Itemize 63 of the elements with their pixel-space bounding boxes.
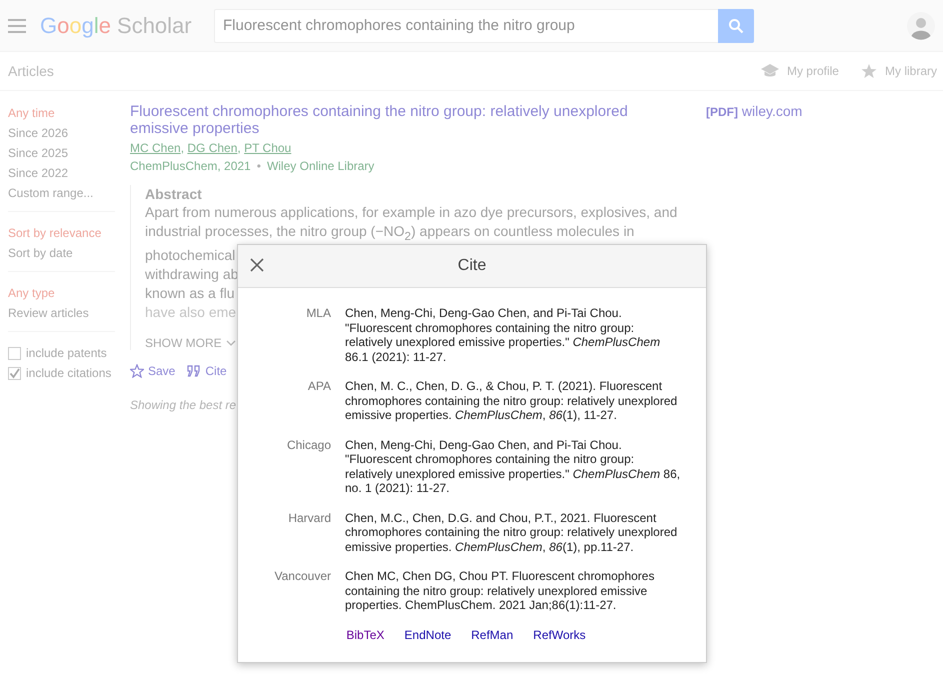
graduation-cap-icon [760, 63, 779, 79]
abstract-text: known as a flu [145, 284, 234, 303]
logo[interactable]: Google Scholar [40, 12, 190, 38]
pdf-link[interactable]: [PDF] wiley.com [706, 103, 802, 412]
comma: , [180, 141, 184, 155]
export-link[interactable]: EndNote [404, 628, 452, 642]
publisher-text: Wiley Online Library [266, 159, 374, 173]
quote-icon [187, 364, 202, 377]
close-icon[interactable] [250, 258, 264, 272]
checkbox[interactable] [8, 346, 21, 360]
filter-option[interactable]: Since 2022 [8, 163, 115, 183]
citation-style: MLA [305, 306, 332, 322]
author-link[interactable]: MC Chen [130, 141, 181, 155]
checkbox[interactable] [8, 366, 21, 380]
chevron-icon [226, 340, 236, 346]
star-icon [860, 63, 877, 79]
search-button[interactable] [718, 8, 754, 42]
abstract-heading: Abstract [145, 185, 203, 203]
export-link[interactable]: RefWorks [533, 628, 586, 642]
avatar[interactable] [907, 12, 935, 40]
citation-text[interactable]: Chen MC, Chen DG, Chou PT. Fluorescent chromophores containing the nitro group: relatively unexplored emissive properties. ChemPlusChem. 2021 Jan;86(1):11-27. [345, 569, 681, 612]
comma: , [237, 141, 241, 155]
bullet: • [256, 159, 261, 173]
star-icon [130, 364, 144, 378]
menu-icon[interactable] [8, 18, 26, 32]
checkbox-label: include citations [26, 365, 112, 382]
citation-style: Vancouver [274, 569, 332, 585]
citation-text[interactable]: Chen, Meng-Chi, Deng-Gao Chen, and Pi-Tai Chou. "Fluorescent chromophores containing the nitro group: relatively unexplored emissive properties." ChemPlusChem 86, no. 1 (2021): 11-27. [345, 438, 681, 496]
nav-link[interactable]: My profile [760, 63, 839, 79]
citation-style: APA [306, 379, 332, 395]
citation-text[interactable]: Chen, Meng-Chi, Deng-Gao Chen, and Pi-Tai Chou. "Fluorescent chromophores containing the nitro group: relatively unexplored emissive properties." ChemPlusChem 86.1 (2021): 11-27. [345, 306, 681, 364]
dialog-title: Cite [458, 257, 486, 275]
nav-link[interactable]: My library [860, 63, 937, 79]
results-note: Showing the best re [130, 398, 236, 412]
citation-style: Chicago [286, 438, 332, 454]
checkbox-label: include patents [26, 345, 107, 362]
result-title-link[interactable]: Fluorescent chromophores containing the nitro group: relatively unexplored emissive properties [130, 103, 670, 137]
filter-option[interactable]: Custom range... [8, 183, 115, 203]
filter-option[interactable]: Since 2026 [8, 123, 115, 143]
author-link[interactable]: PT Chou [244, 141, 292, 155]
show-more-button[interactable]: SHOW MORE [145, 336, 236, 350]
section-title: Articles [8, 63, 54, 79]
export-link[interactable]: RefMan [471, 628, 514, 642]
action-link[interactable]: Cite [187, 364, 227, 378]
author-link[interactable]: DG Chen [187, 141, 238, 155]
export-link[interactable]: BibTeX [346, 628, 384, 642]
action-link[interactable]: Save [130, 364, 176, 378]
abstract-text: industrial processes, the nitro group (−NO$_{2}$) appears on countless molecules in [145, 222, 634, 245]
source-text: ChemPlusChem, 2021 [130, 159, 251, 173]
filter-option[interactable]: Any type [8, 283, 115, 303]
filter-option[interactable]: Sort by relevance [8, 223, 115, 243]
filter-option[interactable]: Since 2025 [8, 143, 115, 163]
citation-style: Harvard [287, 510, 332, 526]
filter-option[interactable]: Any time [8, 103, 115, 123]
search-field[interactable]: Fluorescent chromophores containing the nitro group [214, 8, 718, 42]
abstract-text: have also eme [145, 302, 236, 322]
filter-option[interactable]: Review articles [8, 303, 115, 323]
abstract-text: photochemical [145, 246, 236, 265]
search-icon [728, 18, 744, 34]
abstract-text: Apart from numerous applications, for example in azo dye precursors, explosives, and [145, 203, 678, 222]
citation-text[interactable]: Chen, M.C., Chen, D.G. and Chou, P.T., 2021. Fluorescent chromophores containing the nitro group: relatively unexplored emissive properties. ChemPlusChem, 86(1), pp.11-27. [345, 510, 681, 554]
filter-option[interactable]: Sort by date [8, 243, 115, 263]
citation-text[interactable]: Chen, M. C., Chen, D. G., & Chou, P. T. (2021). Fluorescent chromophores containing the nitro group: relatively unexplored emissive properties. ChemPlusChem, 86(1), 11-27. [345, 379, 681, 422]
